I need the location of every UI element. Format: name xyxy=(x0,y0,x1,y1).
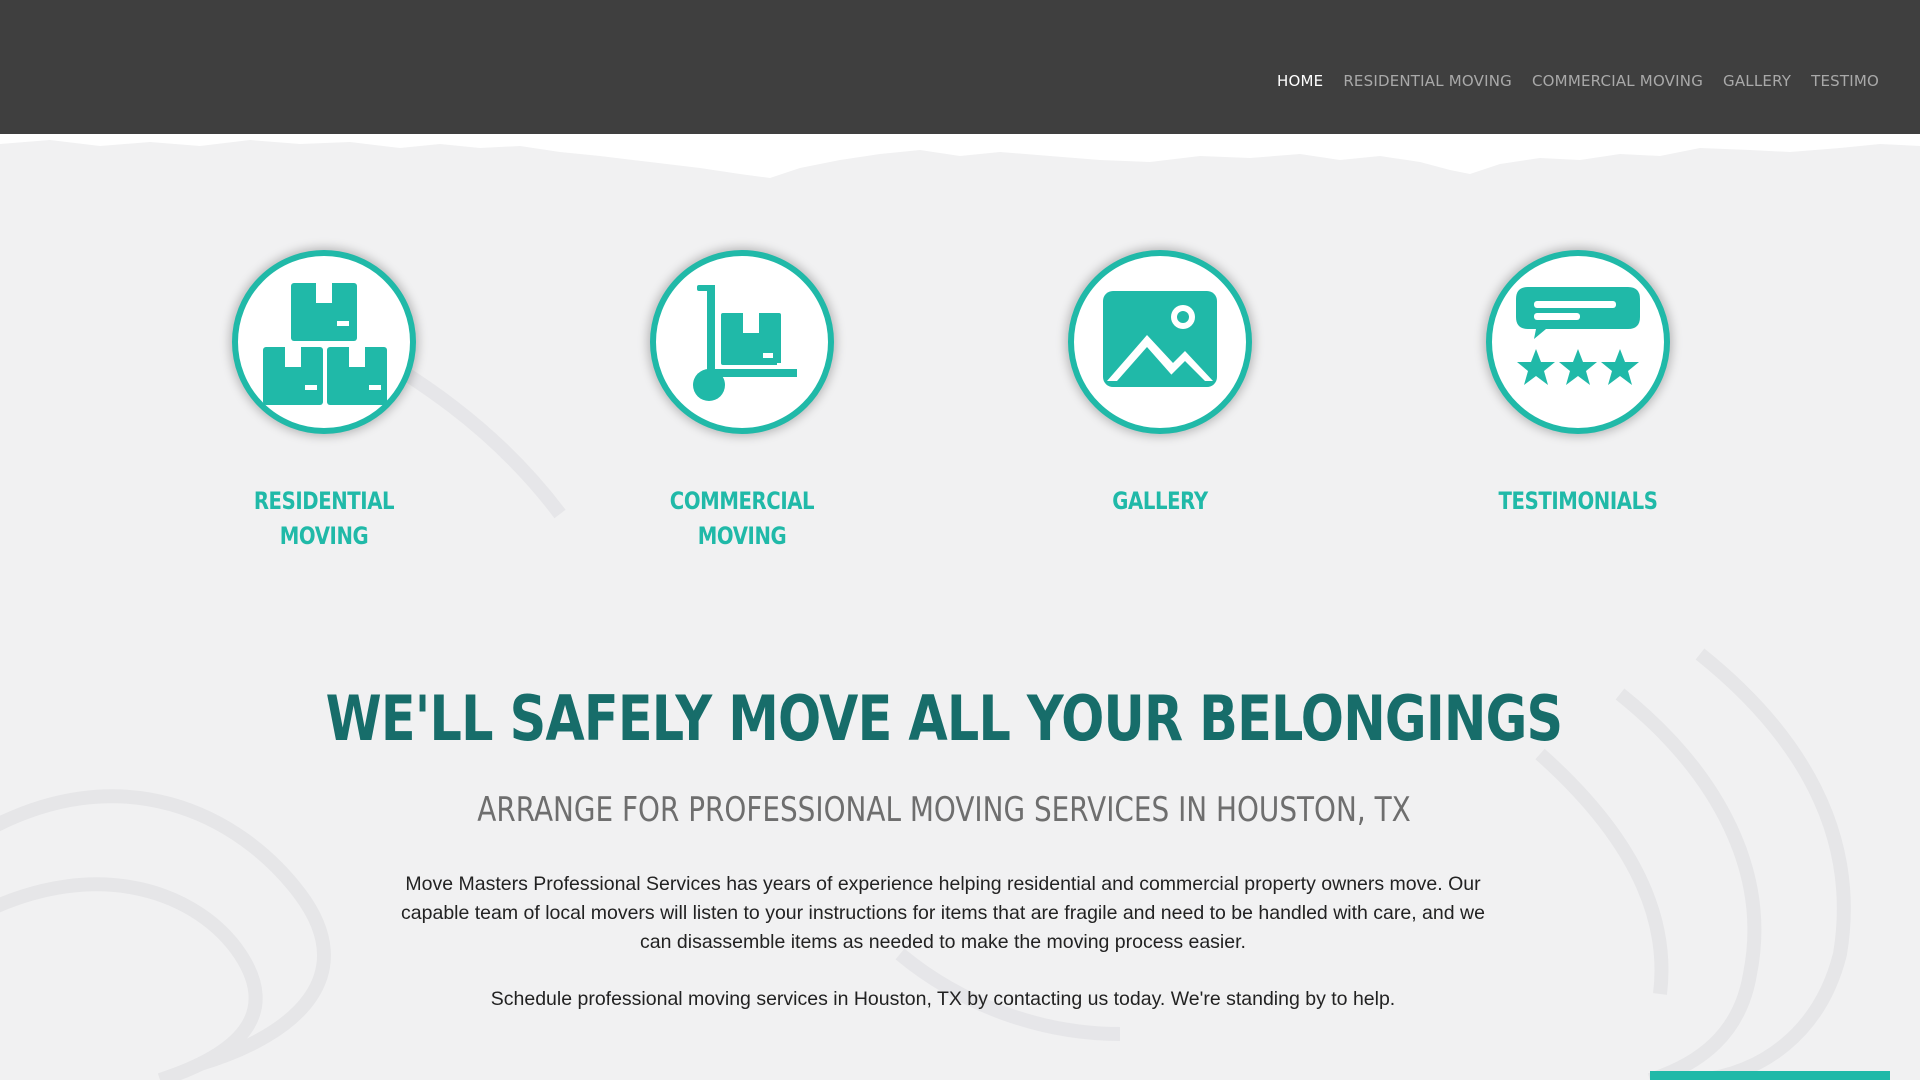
service-commercial-moving[interactable]: COMMERCIAL MOVING xyxy=(612,250,872,554)
cta-button-edge[interactable] xyxy=(1650,1071,1890,1080)
service-gallery[interactable]: GALLERY xyxy=(1030,250,1290,519)
service-circle xyxy=(1486,250,1670,434)
nav-home[interactable]: HOME xyxy=(1277,72,1323,90)
nav-commercial-moving[interactable]: COMMERCIAL MOVING xyxy=(1532,72,1703,90)
torn-paper-edge xyxy=(0,134,1920,178)
nav-testimonials[interactable]: TESTIMO xyxy=(1811,72,1879,90)
service-label: GALLERY xyxy=(1112,487,1208,515)
nav-residential-moving[interactable]: RESIDENTIAL MOVING xyxy=(1343,72,1512,90)
nav-gallery[interactable]: GALLERY xyxy=(1723,72,1791,90)
site-header: HOME RESIDENTIAL MOVING COMMERCIAL MOVIN… xyxy=(0,0,1920,135)
hand-truck-icon xyxy=(693,285,799,401)
intro-paragraph: Schedule professional moving services in… xyxy=(490,988,1396,1010)
service-circle xyxy=(650,250,834,434)
service-circle xyxy=(1068,250,1252,434)
service-residential-moving[interactable]: RESIDENTIAL MOVING xyxy=(194,250,454,554)
intro-paragraph: Move Masters Professional Services has y… xyxy=(401,873,1485,953)
service-circle xyxy=(232,250,416,434)
main-nav: HOME RESIDENTIAL MOVING COMMERCIAL MOVIN… xyxy=(1277,72,1899,90)
service-label: RESIDENTIAL MOVING xyxy=(253,487,395,550)
service-label: COMMERCIAL MOVING xyxy=(669,487,815,550)
intro-text: Move Masters Professional Services has y… xyxy=(390,870,1496,1042)
page-title: WE'LL SAFELY MOVE ALL YOUR BELONGINGS xyxy=(325,682,1564,755)
page-subtitle: ARRANGE FOR PROFESSIONAL MOVING SERVICES… xyxy=(477,790,1411,830)
service-label: TESTIMONIALS xyxy=(1498,487,1658,515)
boxes-icon xyxy=(263,283,387,405)
image-icon xyxy=(1103,291,1217,387)
service-testimonials[interactable]: TESTIMONIALS xyxy=(1448,250,1708,519)
review-stars-icon xyxy=(1516,287,1640,385)
